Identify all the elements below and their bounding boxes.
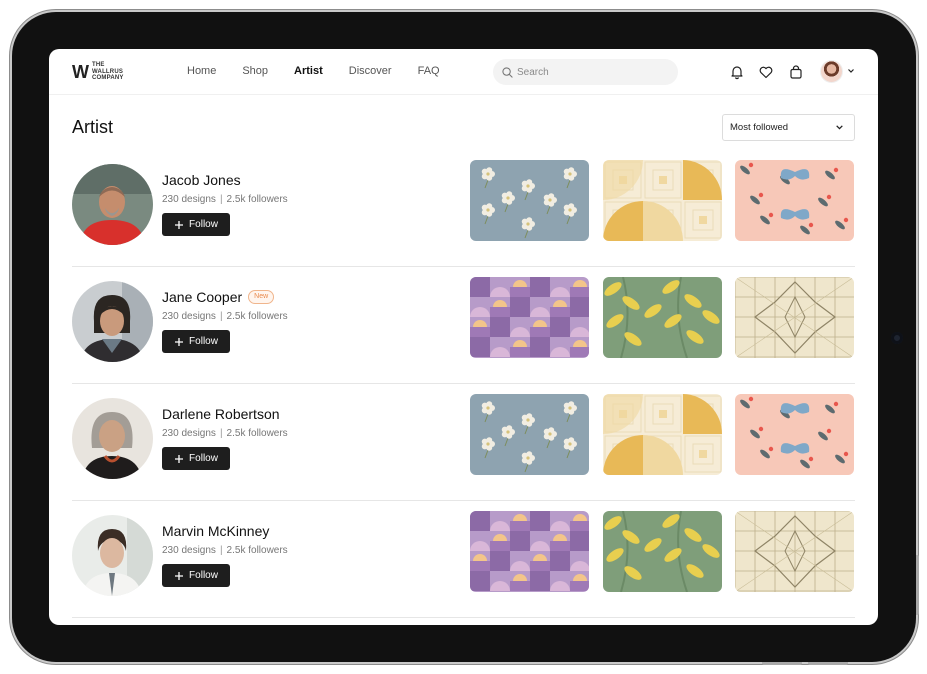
artist-row: Marvin McKinney 230 designs | 2.5k followe… [72,501,855,618]
sort-selected: Most followed [730,122,789,133]
sort-dropdown[interactable]: Most followed [722,114,855,141]
artist-info: Darlene Robertson 230 designs | 2.5k follo… [162,406,288,470]
logo-line: COMPANY [92,75,124,81]
avatar[interactable] [820,60,843,83]
followers-count: 2.5k followers [226,194,288,205]
designs-count: 230 designs [162,194,216,205]
plus-icon [175,454,184,463]
artist-avatar[interactable] [72,515,153,596]
artist-info: Jacob Jones 230 designs | 2.5k followers F… [162,172,288,236]
artist-stats: 230 designs | 2.5k followers [162,194,288,205]
main-nav: Home Shop Artist Discover FAQ [187,65,466,77]
logo-text: THE WALLRUS COMPANY [92,62,124,82]
artist-name[interactable]: Jane Cooper [162,289,242,305]
ipad-side-button [916,555,919,615]
design-thumbnail-lattice[interactable] [735,277,854,358]
ipad-volume-button [762,662,802,665]
design-thumbnail-geometric[interactable] [470,511,589,592]
nav-home[interactable]: Home [187,65,216,77]
camera-icon [891,332,903,344]
followers-count: 2.5k followers [226,311,288,322]
artist-name[interactable]: Darlene Robertson [162,406,280,422]
logo-mark: W [72,61,89,82]
design-thumbnail-floral[interactable] [470,394,589,475]
design-thumbnail-leaf[interactable] [603,277,722,358]
design-thumbnail-geometric[interactable] [603,394,722,475]
search-icon [502,66,513,78]
follow-button[interactable]: Follow [162,213,230,236]
bell-icon[interactable] [729,64,745,80]
name-line: Marvin McKinney [162,523,288,539]
plus-icon [175,337,184,346]
artist-info: Jane Cooper New 230 designs | 2.5k followe… [162,289,288,353]
follow-label: Follow [189,336,218,347]
search-bar[interactable] [493,59,678,85]
separator: | [219,311,223,322]
designs-count: 230 designs [162,428,216,439]
design-thumbnail-geometric[interactable] [470,277,589,358]
bag-icon[interactable] [788,64,804,80]
design-thumbnail-floral[interactable] [470,160,589,241]
plus-icon [175,571,184,580]
artist-name[interactable]: Jacob Jones [162,172,241,188]
follow-button[interactable]: Follow [162,564,230,587]
separator: | [219,194,223,205]
name-line: Darlene Robertson [162,406,288,422]
name-line: Jacob Jones [162,172,288,188]
follow-button[interactable]: Follow [162,330,230,353]
top-navbar: W THE WALLRUS COMPANY Home Shop Artist D… [49,49,878,95]
page-title: Artist [72,117,114,137]
nav-discover[interactable]: Discover [349,65,392,77]
search-input[interactable] [517,66,667,78]
design-thumbnail-lattice[interactable] [735,511,854,592]
design-thumbnail-geometric[interactable] [603,160,722,241]
designs-count: 230 designs [162,311,216,322]
follow-button[interactable]: Follow [162,447,230,470]
separator: | [219,545,223,556]
design-thumbnail-butterfly[interactable] [735,160,854,241]
artist-avatar[interactable] [72,164,153,245]
artist-stats: 230 designs | 2.5k followers [162,311,288,322]
app-screen: W THE WALLRUS COMPANY Home Shop Artist D… [49,49,878,625]
separator: | [219,428,223,439]
artist-row: Darlene Robertson 230 designs | 2.5k follo… [72,384,855,501]
followers-count: 2.5k followers [226,428,288,439]
follow-label: Follow [189,219,218,230]
nav-shop[interactable]: Shop [242,65,268,77]
nav-faq[interactable]: FAQ [418,65,440,77]
chevron-down-icon[interactable] [847,67,855,75]
artist-info: Marvin McKinney 230 designs | 2.5k followe… [162,523,288,587]
heart-icon[interactable] [758,64,774,80]
new-badge: New [248,290,275,304]
artist-avatar[interactable] [72,398,153,479]
designs-count: 230 designs [162,545,216,556]
artist-stats: 230 designs | 2.5k followers [162,545,288,556]
artist-row: Jacob Jones 230 designs | 2.5k followers F… [72,150,855,267]
artist-row: Jane Cooper New 230 designs | 2.5k followe… [72,267,855,384]
follow-label: Follow [189,570,218,581]
ipad-volume-button [808,662,848,665]
followers-count: 2.5k followers [226,545,288,556]
artist-avatar[interactable] [72,281,153,362]
chevron-down-icon [836,125,843,130]
follow-label: Follow [189,453,218,464]
logo[interactable]: W THE WALLRUS COMPANY [72,62,124,82]
artist-name[interactable]: Marvin McKinney [162,523,269,539]
plus-icon [175,220,184,229]
nav-artist[interactable]: Artist [294,65,323,77]
artist-stats: 230 designs | 2.5k followers [162,428,288,439]
design-thumbnail-leaf[interactable] [603,511,722,592]
name-line: Jane Cooper New [162,289,288,305]
design-thumbnail-butterfly[interactable] [735,394,854,475]
